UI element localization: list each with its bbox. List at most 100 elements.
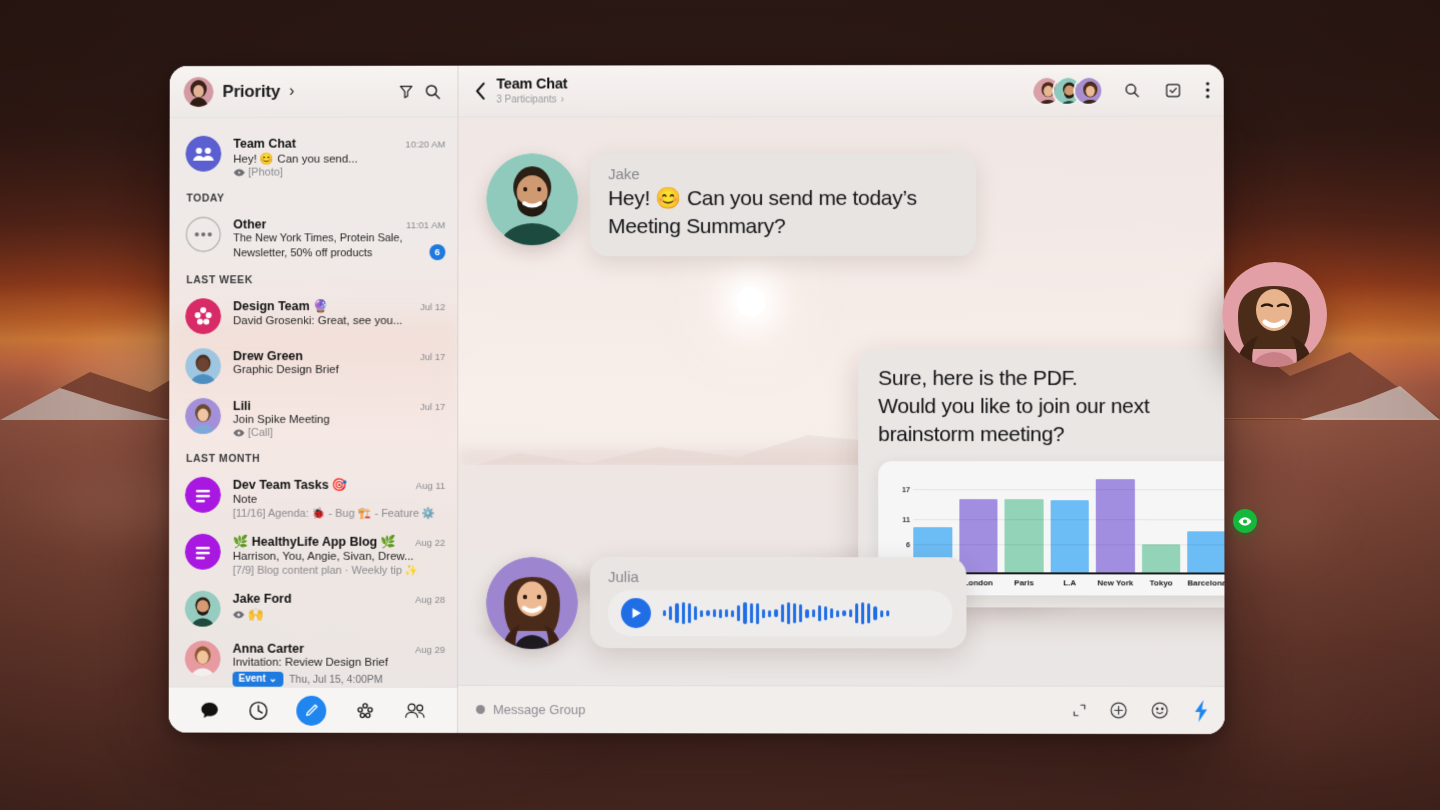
chat-bubble-icon <box>201 702 218 719</box>
archive-check-icon[interactable] <box>1165 82 1182 99</box>
waveform-bar <box>693 606 698 621</box>
list-item-time: Aug 22 <box>415 537 446 549</box>
voice-message-bubble[interactable]: Julia <box>589 556 967 649</box>
attachment-label: [Call] <box>247 426 273 439</box>
eye-icon <box>233 612 245 620</box>
list-item-preview: David Grosenki: Great, see you... <box>233 315 403 328</box>
chat-subtitle[interactable]: 3 Participants › <box>496 94 567 105</box>
message-bubble[interactable]: Jake Hey! 😊 Can you send me today’s Meet… <box>590 152 977 257</box>
message-composer[interactable]: Message Group <box>458 684 1225 735</box>
expand-icon[interactable] <box>1072 703 1087 718</box>
event-chip[interactable]: Event ⌄ <box>232 671 284 687</box>
event-detail: Thu, Jul 15, 4:00PM <box>289 673 383 686</box>
waveform-bar <box>762 608 766 618</box>
back-chevron-icon[interactable] <box>474 82 486 101</box>
waveform-bar <box>681 602 685 625</box>
eye-icon <box>234 169 246 177</box>
list-item-lili[interactable]: Lili Jul 17 Join Spike Meeting [Call] <box>169 391 457 446</box>
tab-messages[interactable] <box>198 699 220 721</box>
participant-avatar-3[interactable] <box>1073 75 1104 106</box>
tab-compose[interactable] <box>296 695 327 726</box>
list-item-jake-ford[interactable]: Jake Ford Aug 28 🙌 <box>169 584 457 634</box>
list-item-title: Design Team 🔮 <box>233 299 329 314</box>
more-vertical-icon[interactable] <box>1205 81 1210 99</box>
waveform-bar <box>873 606 877 621</box>
avatar <box>486 557 578 650</box>
message-text-line2: Would you like to join our next <box>878 395 1150 419</box>
voice-waveform[interactable] <box>662 598 890 628</box>
avatar <box>486 153 579 246</box>
list-item-preview: 🙌 <box>233 607 445 623</box>
avatar <box>185 641 221 677</box>
tab-contacts[interactable] <box>403 699 427 721</box>
message-julia[interactable]: Julia <box>486 556 967 650</box>
message-input[interactable]: Message Group <box>493 702 585 717</box>
waveform-bar <box>793 603 797 624</box>
list-item-time: Aug 11 <box>415 480 446 492</box>
voice-player[interactable] <box>607 590 953 637</box>
eye-icon <box>233 430 245 438</box>
waveform-bar <box>842 610 846 617</box>
waveform-bar <box>867 603 871 624</box>
list-item-attachment: [Photo] <box>233 166 445 179</box>
lightning-bolt-icon[interactable] <box>1193 699 1208 722</box>
chart-gridline <box>913 544 1225 546</box>
waveform-bar <box>811 609 815 618</box>
list-item-anna-carter[interactable]: Anna Carter Aug 29 Invitation: Review De… <box>169 634 457 687</box>
waveform-bar <box>799 604 803 623</box>
waveform-bar <box>755 602 760 624</box>
waveform-bar <box>830 608 834 619</box>
floating-avatar[interactable] <box>1222 262 1327 367</box>
waveform-bar <box>675 603 679 624</box>
message-jake[interactable]: Jake Hey! 😊 Can you send me today’s Meet… <box>486 152 977 257</box>
play-icon[interactable] <box>620 598 651 629</box>
chart-x-label: Paris <box>1014 578 1034 588</box>
filter-icon[interactable] <box>398 83 415 100</box>
participant-avatars[interactable] <box>1031 75 1104 106</box>
tab-groups[interactable] <box>354 699 376 721</box>
list-item-drew-green[interactable]: Drew Green Jul 17 Graphic Design Brief <box>169 341 457 391</box>
plus-circle-icon[interactable] <box>1109 701 1128 720</box>
search-icon[interactable] <box>424 82 442 100</box>
section-label-last-week: LAST WEEK <box>186 274 253 287</box>
list-item-design-team[interactable]: Design Team 🔮 Jul 12 David Grosenki: Gre… <box>169 291 457 341</box>
waveform-bar <box>805 608 809 618</box>
message-text-line1: Sure, here is the PDF. <box>878 366 1078 390</box>
search-icon[interactable] <box>1123 82 1140 99</box>
message-list[interactable]: Jake Hey! 😊 Can you send me today’s Meet… <box>458 117 1225 686</box>
waveform-bar <box>854 603 859 624</box>
note-icon <box>185 477 221 513</box>
waveform-bar <box>687 603 691 624</box>
chevron-right-icon: › <box>560 94 565 106</box>
record-dot-icon <box>475 704 485 714</box>
waveform-bar <box>724 609 729 618</box>
waveform-bar <box>718 608 722 618</box>
list-item-preview: Harrison, You, Angie, Sivan, Drew... <box>232 550 414 563</box>
list-item-dev-team-tasks[interactable]: Dev Team Tasks 🎯 Aug 11 Note [11/16] Age… <box>169 470 457 527</box>
list-item-title: Drew Green <box>233 349 303 364</box>
list-item-time: Aug 29 <box>415 644 446 656</box>
sidebar-tabbar <box>168 686 458 733</box>
conversation-list[interactable]: Team Chat 10:20 AM Hey! 😊 Can you send..… <box>169 118 458 687</box>
chart-y-tick: 6 <box>906 540 911 550</box>
chat-header: Team Chat 3 Participants › <box>458 64 1224 118</box>
chart-y-tick: 17 <box>901 484 911 494</box>
avatar <box>185 591 221 627</box>
note-icon <box>185 534 221 570</box>
chart-bar <box>1096 479 1135 575</box>
chart-bar <box>1004 499 1044 575</box>
user-avatar[interactable] <box>184 76 214 107</box>
emoji-icon[interactable] <box>1150 701 1169 720</box>
sidebar-title: Priority <box>222 81 281 101</box>
message-text-line3: brainstorm meeting? <box>878 423 1065 447</box>
avatar <box>185 348 222 385</box>
sidebar-title-chevron[interactable]: › <box>289 82 294 100</box>
list-item-team-chat[interactable]: Team Chat 10:20 AM Hey! 😊 Can you send..… <box>170 124 458 186</box>
list-item-time: Jul 17 <box>419 401 446 413</box>
chart-bar <box>1141 544 1181 575</box>
tab-recent[interactable] <box>248 699 270 721</box>
list-item-other[interactable]: Other 11:01 AM The New York Times, Prote… <box>169 209 457 267</box>
list-item-healthylife-blog[interactable]: 🌿 HealthyLife App Blog 🌿 Aug 22 Harrison… <box>169 527 457 584</box>
ellipsis-icon <box>185 216 222 253</box>
list-item-preview: Invitation: Review Design Brief <box>232 656 389 669</box>
